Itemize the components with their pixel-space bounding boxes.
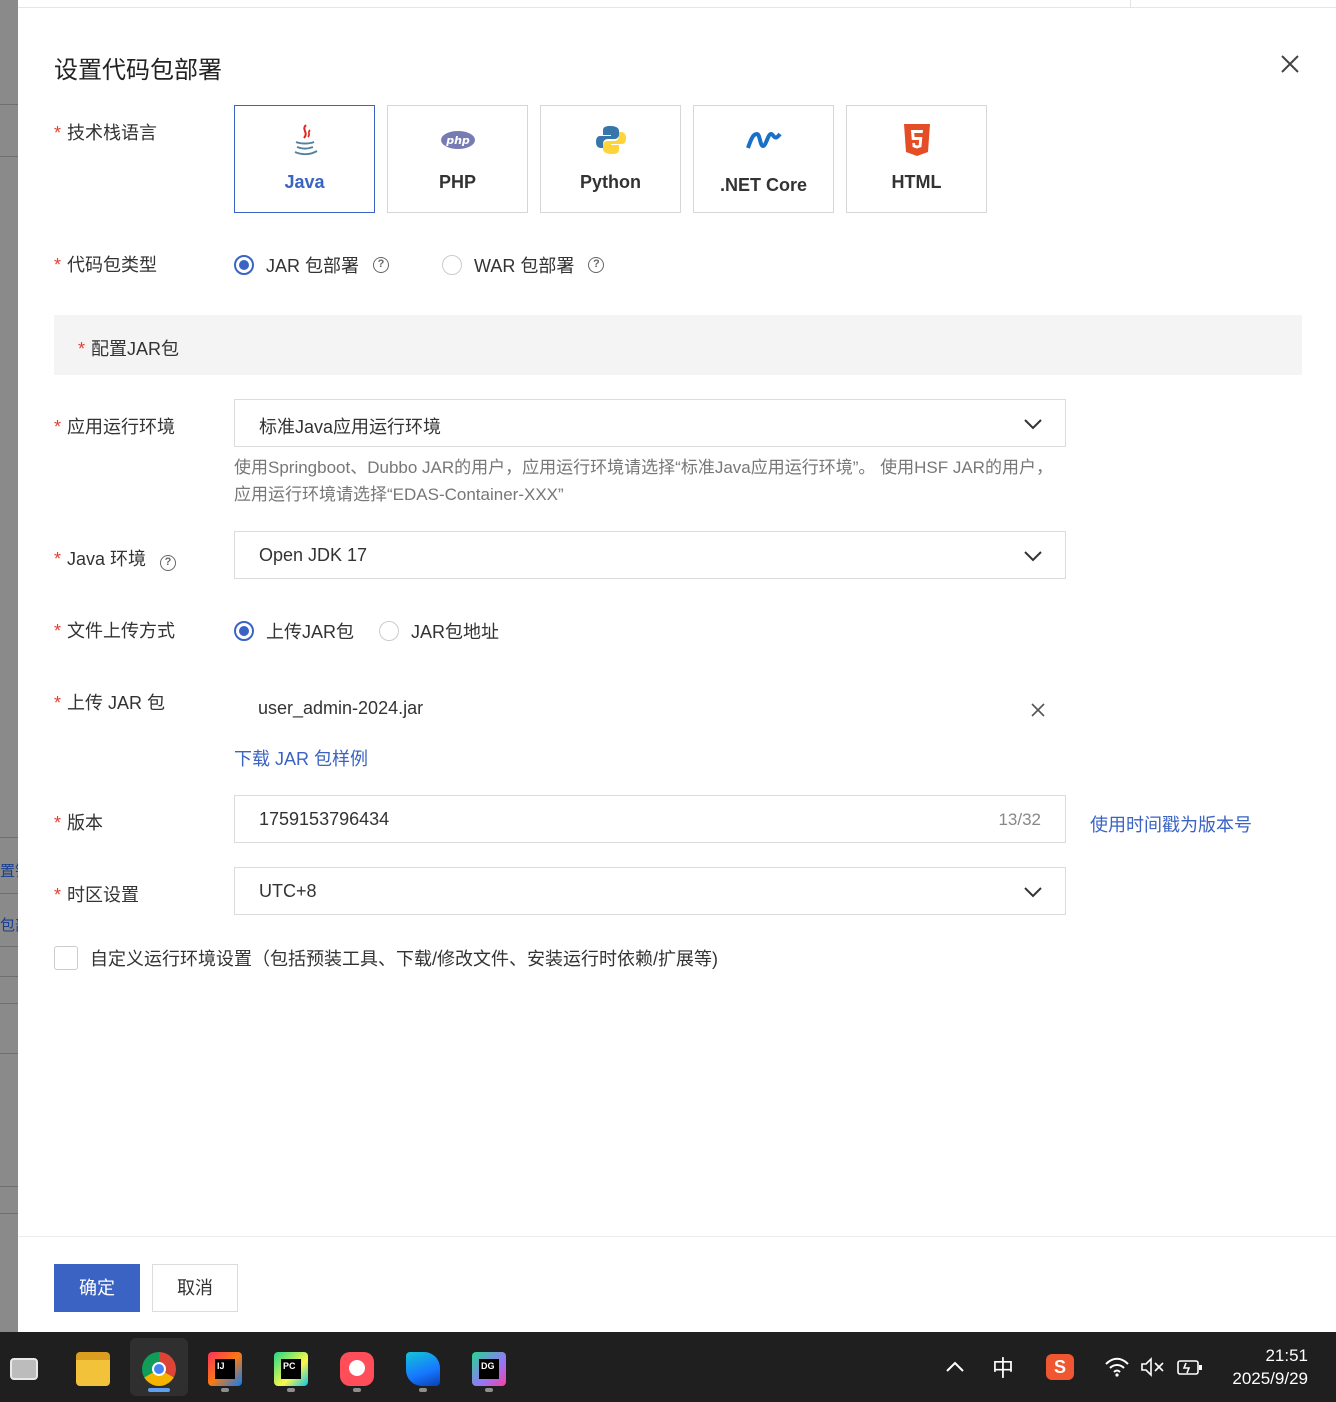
custom-env-checkbox[interactable]: 自定义运行环境设置（包括预装工具、下载/修改文件、安装运行时依赖/扩展等) [54, 945, 718, 971]
java-env-select[interactable]: Open JDK 17 [234, 531, 1066, 579]
checkbox-box[interactable] [54, 946, 78, 970]
datagrip-icon[interactable]: DG [460, 1338, 518, 1396]
top-edge [18, 0, 1336, 8]
deploy-dialog: 设置代码包部署 * 技术栈语言 Java php PHP Python .NET… [18, 8, 1336, 1332]
dialog-title: 设置代码包部署 [54, 57, 222, 84]
file-explorer-icon[interactable] [64, 1338, 122, 1396]
background-app-strip: 置镜 包部 [0, 0, 18, 1332]
footer-divider [18, 1236, 1336, 1237]
version-input-wrap: 13/32 [234, 795, 1066, 843]
custom-env-label: 自定义运行环境设置（包括预装工具、下载/修改文件、安装运行时依赖/扩展等) [90, 949, 718, 969]
radio-jar-deploy[interactable]: JAR 包部署 ? [234, 252, 390, 278]
runtime-label: * 应用运行环境 [54, 417, 176, 437]
html5-icon [903, 124, 930, 156]
radio-war-deploy[interactable]: WAR 包部署 ? [442, 252, 605, 278]
system-clock[interactable]: 21:51 2025/9/29 [1232, 1344, 1308, 1390]
edge-like-icon[interactable] [394, 1338, 452, 1396]
sogou-ime-icon[interactable]: S [1046, 1332, 1074, 1402]
cancel-button[interactable]: 取消 [152, 1264, 238, 1312]
chevron-down-icon [1024, 419, 1042, 430]
tech-option-label: PHP [438, 172, 476, 192]
background-fragment: 置镜 [0, 863, 18, 880]
wifi-icon[interactable] [1104, 1332, 1130, 1402]
java-env-label: * Java 环境? [54, 545, 177, 571]
section-title: 配置JAR包 [91, 339, 180, 359]
tech-option-html[interactable]: HTML [846, 105, 987, 213]
tech-option-java[interactable]: Java [234, 105, 375, 213]
tech-stack-label: * 技术栈语言 [54, 123, 158, 143]
chevron-down-icon [1024, 551, 1042, 562]
tech-option-python[interactable]: Python [540, 105, 681, 213]
taskbar: IJ PC DG 中 S 21:51 2025/9/29 [0, 1332, 1336, 1402]
pycharm-icon[interactable]: PC [262, 1338, 320, 1396]
package-type-label: * 代码包类型 [54, 255, 158, 275]
version-input[interactable] [235, 796, 975, 842]
runtime-select[interactable]: 标准Java应用运行环境 [234, 399, 1066, 447]
tech-option-label: .NET Core [719, 175, 807, 195]
show-hidden-icons-chevron-up-icon[interactable] [944, 1332, 966, 1402]
tech-option-label: Python [580, 172, 641, 192]
uploaded-file-name: user_admin-2024.jar [258, 698, 424, 718]
task-view-icon[interactable] [0, 1338, 58, 1396]
version-char-counter: 13/32 [998, 810, 1041, 829]
remove-file-icon[interactable] [1030, 702, 1046, 718]
help-icon[interactable]: ? [588, 257, 605, 273]
version-label: * 版本 [54, 813, 104, 833]
upload-jar-label: * 上传 JAR 包 [54, 693, 166, 713]
tech-option-php[interactable]: php PHP [387, 105, 528, 213]
jar-config-section: * 配置JAR包 [54, 315, 1302, 375]
tech-option-dotnet[interactable]: .NET Core [693, 105, 834, 213]
php-icon: php [440, 131, 475, 149]
close-icon[interactable] [1278, 52, 1302, 76]
tech-option-label: Java [284, 172, 325, 192]
ime-indicator[interactable]: 中 [992, 1332, 1014, 1402]
chrome-icon[interactable] [130, 1338, 188, 1396]
download-sample-link[interactable]: 下载 JAR 包样例 [234, 745, 368, 771]
chevron-down-icon [1024, 887, 1042, 898]
timezone-select[interactable]: UTC+8 [234, 867, 1066, 915]
dotnet-icon [745, 131, 782, 149]
upload-method-label: * 文件上传方式 [54, 621, 176, 641]
python-icon [595, 126, 626, 154]
java-icon [294, 124, 317, 156]
clock-date: 2025/9/29 [1232, 1369, 1308, 1388]
battery-icon[interactable] [1176, 1332, 1204, 1402]
background-fragment: 包部 [0, 917, 18, 934]
app-icon[interactable] [328, 1338, 386, 1396]
confirm-button[interactable]: 确定 [54, 1264, 140, 1312]
clock-time: 21:51 [1265, 1346, 1308, 1365]
radio-upload-jar[interactable]: 上传JAR包 [234, 618, 354, 644]
timezone-label: * 时区设置 [54, 885, 140, 905]
help-icon[interactable]: ? [160, 555, 177, 571]
radio-jar-url[interactable]: JAR包地址 [379, 618, 499, 644]
runtime-hint: 使用Springboot、Dubbo JAR的用户，应用运行环境请选择“标准Ja… [234, 458, 1053, 504]
svg-text:php: php [445, 134, 470, 147]
uploaded-file: user_admin-2024.jar [234, 692, 1066, 728]
volume-muted-icon[interactable] [1140, 1332, 1166, 1402]
intellij-icon[interactable]: IJ [196, 1338, 254, 1396]
tech-option-label: HTML [891, 172, 942, 192]
use-timestamp-link[interactable]: 使用时间戳为版本号 [1090, 811, 1252, 837]
help-icon[interactable]: ? [373, 257, 390, 273]
